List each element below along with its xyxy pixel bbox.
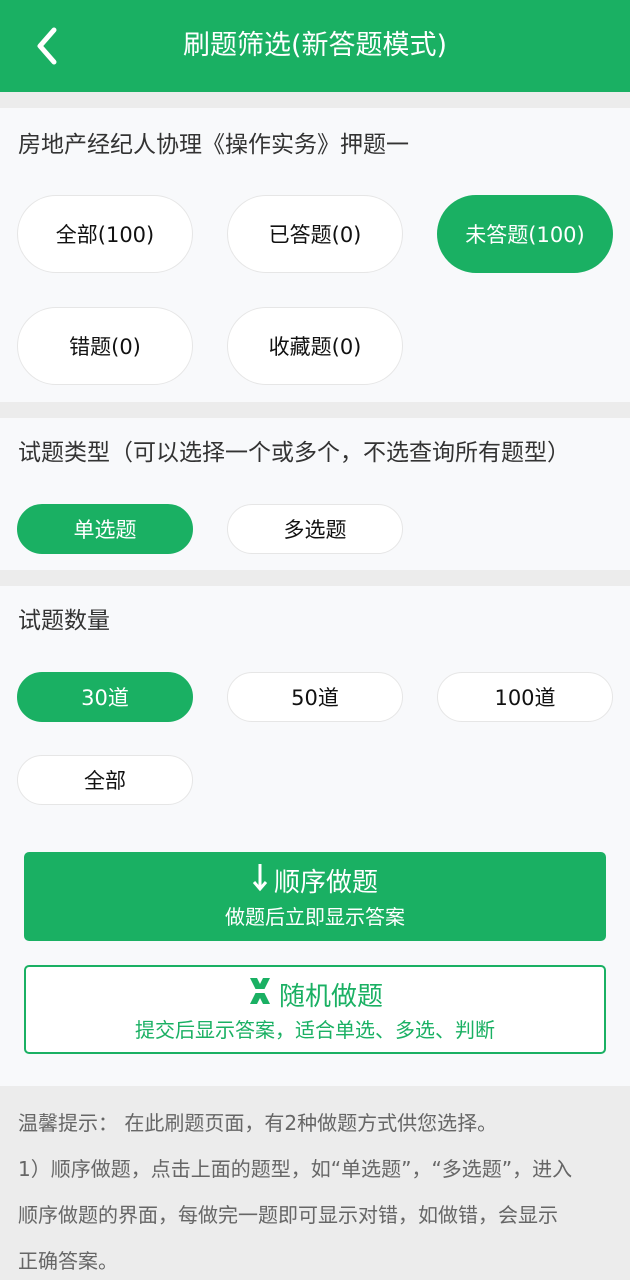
random-title: 随机做题: [278, 981, 383, 1012]
sequential-title: 顺序做题: [273, 867, 378, 898]
tips-line: 顺序做题的界面，每做完一题即可显示对错，如做错，会显示: [18, 1203, 558, 1227]
tips-line: 1）顺序做题，点击上面的题型，如“单选题”，“多选题”，进入: [18, 1157, 573, 1181]
type-section: 试题类型（可以选择一个或多个，不选查询所有题型） 单选题 多选题: [0, 418, 630, 570]
random-subtitle: 提交后显示答案，适合单选、多选、判断: [135, 1018, 495, 1042]
scope-option-all[interactable]: 全部(100): [17, 195, 193, 273]
arrow-down-icon: [252, 862, 268, 903]
scope-option-answered[interactable]: 已答题(0): [227, 195, 403, 273]
scope-option-wrong[interactable]: 错题(0): [17, 307, 193, 385]
page-title: 刷题筛选(新答题模式): [182, 30, 448, 61]
app-header: 刷题筛选(新答题模式): [0, 0, 630, 92]
type-option-multiple[interactable]: 多选题: [227, 504, 403, 554]
random-practice-button[interactable]: 随机做题 提交后显示答案，适合单选、多选、判断: [24, 965, 606, 1054]
count-option-50[interactable]: 50道: [227, 672, 403, 722]
type-label: 试题类型（可以选择一个或多个，不选查询所有题型）: [18, 440, 570, 466]
tips-block: 温馨提示： 在此刷题页面，有2种做题方式供您选择。 1）顺序做题，点击上面的题型…: [18, 1100, 618, 1280]
scope-label: 房地产经纪人协理《操作实务》押题一: [18, 132, 409, 158]
count-option-all[interactable]: 全部: [17, 755, 193, 805]
scope-option-unanswered[interactable]: 未答题(100): [437, 195, 613, 273]
count-option-30[interactable]: 30道: [17, 672, 193, 722]
count-label: 试题数量: [18, 608, 110, 634]
shuffle-icon: [247, 975, 273, 1018]
tips-line: 温馨提示： 在此刷题页面，有2种做题方式供您选择。: [18, 1111, 498, 1135]
scope-section: 房地产经纪人协理《操作实务》押题一 全部(100) 已答题(0) 未答题(100…: [0, 108, 630, 402]
tips-line: 正确答案。: [18, 1249, 118, 1273]
sequential-practice-button[interactable]: 顺序做题 做题后立即显示答案: [24, 852, 606, 941]
scope-option-favorites[interactable]: 收藏题(0): [227, 307, 403, 385]
count-option-100[interactable]: 100道: [437, 672, 613, 722]
type-option-single[interactable]: 单选题: [17, 504, 193, 554]
sequential-subtitle: 做题后立即显示答案: [225, 905, 405, 929]
